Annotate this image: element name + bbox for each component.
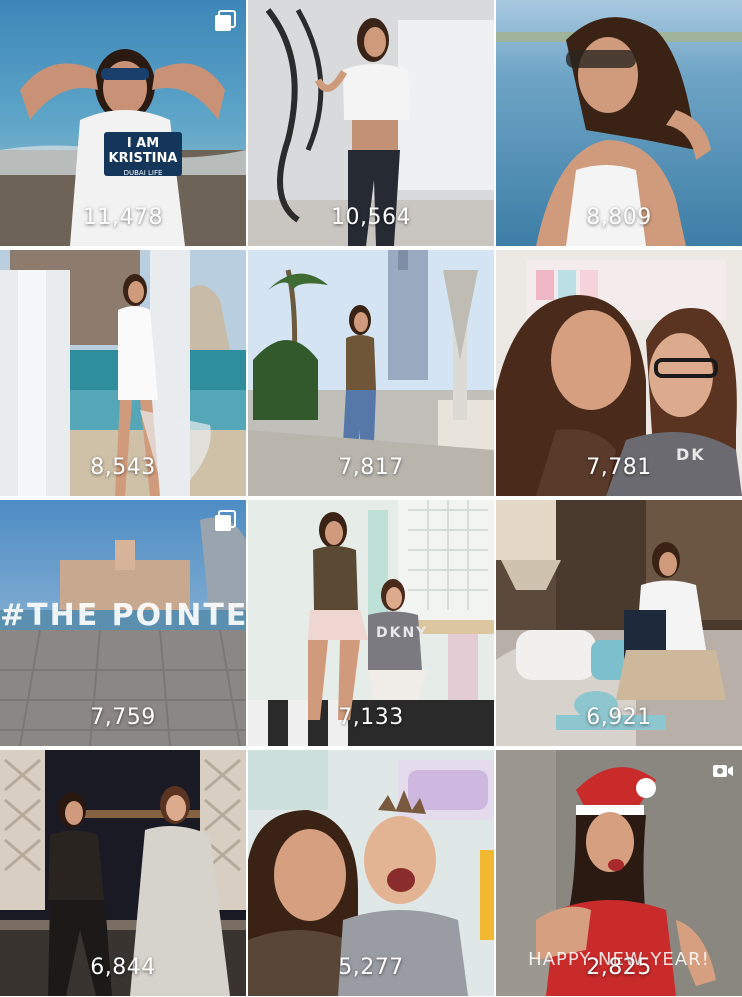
like-count: 7,133	[338, 705, 404, 730]
multiple-photos-icon	[215, 10, 236, 31]
grid-tile-11[interactable]: 5,277	[248, 750, 494, 996]
grid-tile-8[interactable]: DKNY 7,133	[248, 500, 494, 746]
grid-tile-12[interactable]: HAPPY NEW YEAR! 2,825	[496, 750, 742, 996]
like-count: 7,817	[338, 455, 404, 480]
grid-tile-1[interactable]: I AM KRISTINA DUBAI LIFE 11,478	[0, 0, 246, 246]
grid-tile-2[interactable]: 10,564	[248, 0, 494, 246]
like-count: 6,844	[90, 955, 156, 980]
like-count: 8,809	[586, 205, 652, 230]
like-count: 2,825	[586, 955, 652, 980]
photo-grid: I AM KRISTINA DUBAI LIFE 11,478 10,564 8…	[0, 0, 742, 997]
like-count: 11,478	[83, 205, 163, 230]
grid-tile-3[interactable]: 8,809	[496, 0, 742, 246]
sign-lettering: #THE POINTE	[0, 598, 246, 633]
like-count: 6,921	[586, 705, 652, 730]
like-count: 5,277	[338, 955, 404, 980]
grid-tile-7[interactable]: #THE POINTE 7,759	[0, 500, 246, 746]
grid-tile-4[interactable]: 8,543	[0, 250, 246, 496]
grid-tile-5[interactable]: 7,817	[248, 250, 494, 496]
multiple-photos-icon	[215, 510, 236, 531]
like-count: 7,759	[90, 705, 156, 730]
video-camera-icon	[713, 765, 733, 777]
like-count: 7,781	[586, 455, 652, 480]
shirt-print: I AM KRISTINA DUBAI LIFE	[104, 132, 182, 177]
grid-tile-9[interactable]: 6,921	[496, 500, 742, 746]
shirt-print: DKNY	[376, 625, 429, 641]
like-count: 10,564	[331, 205, 411, 230]
grid-tile-10[interactable]: 6,844	[0, 750, 246, 996]
like-count: 8,543	[90, 455, 156, 480]
grid-tile-6[interactable]: DK 7,781	[496, 250, 742, 496]
